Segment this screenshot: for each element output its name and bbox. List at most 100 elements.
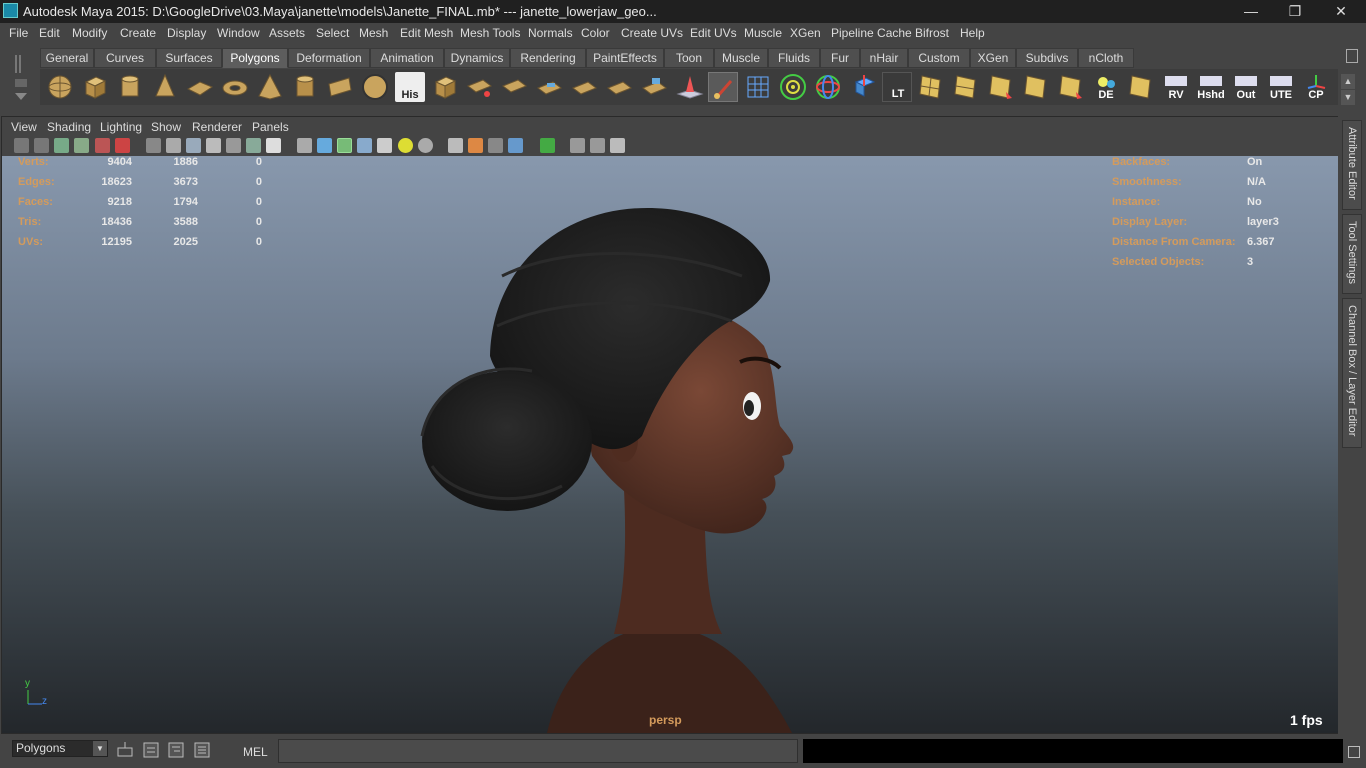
target-icon[interactable] <box>778 72 808 102</box>
menu-edit-uvs[interactable]: Edit UVs <box>690 26 737 40</box>
shelf-tab-fur[interactable]: Fur <box>820 48 860 68</box>
menu-color[interactable]: Color <box>581 26 610 40</box>
average-vertices-icon[interactable] <box>570 72 600 102</box>
combine-icon[interactable] <box>430 72 460 102</box>
command-line-input[interactable] <box>278 739 798 763</box>
shelf-tab-xgen[interactable]: XGen <box>970 48 1016 68</box>
select-camera-icon[interactable] <box>14 138 29 153</box>
field-chart-icon[interactable] <box>610 138 625 153</box>
menu-window[interactable]: Window <box>217 26 260 40</box>
shelf-tab-rendering[interactable]: Rendering <box>510 48 586 68</box>
menu-mesh-tools[interactable]: Mesh Tools <box>460 26 520 40</box>
menu-display[interactable]: Display <box>167 26 206 40</box>
rotate-manip-icon[interactable] <box>813 72 843 102</box>
shelf-tab-general[interactable]: General <box>40 48 94 68</box>
poly-cube-icon[interactable] <box>80 72 110 102</box>
textured-icon[interactable] <box>266 138 281 153</box>
mel-label[interactable]: MEL <box>243 745 268 759</box>
camera-attributes-icon[interactable] <box>34 138 49 153</box>
light-icon[interactable] <box>398 138 413 153</box>
use-all-lights-icon[interactable] <box>357 138 372 153</box>
shelf-tab-custom[interactable]: Custom <box>908 48 970 68</box>
shelf-tab-nhair[interactable]: nHair <box>860 48 908 68</box>
mirror-geometry-icon[interactable] <box>605 72 635 102</box>
poly-cylinder-icon[interactable] <box>115 72 145 102</box>
checker-icon[interactable] <box>377 138 392 153</box>
panel-menu-panels[interactable]: Panels <box>252 120 289 134</box>
depth-of-field-icon[interactable] <box>508 138 523 153</box>
outliner-icon[interactable] <box>166 740 186 760</box>
lt-icon[interactable]: LT <box>882 72 912 102</box>
xray-icon[interactable] <box>226 138 241 153</box>
menu-help[interactable]: Help <box>960 26 985 40</box>
uv-planar-icon[interactable] <box>916 72 946 102</box>
menu-bifrost[interactable]: Bifrost <box>915 26 949 40</box>
extract-icon[interactable] <box>500 72 530 102</box>
rv-icon[interactable]: RV <box>1161 72 1191 102</box>
gate-mask-icon[interactable] <box>590 138 605 153</box>
xray-joints-icon[interactable] <box>246 138 261 153</box>
shelf-tab-fluids[interactable]: Fluids <box>768 48 820 68</box>
panel-menu-shading[interactable]: Shading <box>47 120 91 134</box>
close-button[interactable]: ✕ <box>1318 0 1364 23</box>
image-plane-icon[interactable] <box>74 138 89 153</box>
poly-plane-icon[interactable] <box>185 72 215 102</box>
snap-icon[interactable] <box>115 740 135 760</box>
uv-spherical-icon[interactable] <box>986 72 1016 102</box>
shelf-tab-animation[interactable]: Animation <box>370 48 444 68</box>
sculpt-icon[interactable] <box>675 72 705 102</box>
hypergraph-icon[interactable] <box>192 740 212 760</box>
panel-menu-renderer[interactable]: Renderer <box>192 120 242 134</box>
snapshot-icon[interactable] <box>95 138 110 153</box>
shelf-tab-surfaces[interactable]: Surfaces <box>156 48 222 68</box>
shelf-tab-deformation[interactable]: Deformation <box>288 48 370 68</box>
menu-muscle[interactable]: Muscle <box>744 26 782 40</box>
poly-cone-icon[interactable] <box>150 72 180 102</box>
poly-pyramid-icon[interactable] <box>255 72 285 102</box>
channel-box-tab[interactable]: Channel Box / Layer Editor <box>1342 298 1362 448</box>
antialias-icon[interactable] <box>488 138 503 153</box>
shelf-tab-curves[interactable]: Curves <box>94 48 156 68</box>
perspective-viewport[interactable]: Verts: 9404 1886 0 Edges: 18623 3673 0 F… <box>2 156 1338 733</box>
motion-blur-icon[interactable] <box>468 138 483 153</box>
screen-space-ao-icon[interactable] <box>448 138 463 153</box>
panel-menu-lighting[interactable]: Lighting <box>100 120 142 134</box>
smooth-icon[interactable] <box>535 72 565 102</box>
menu-set-dropdown[interactable]: Polygons ▼ <box>12 740 108 757</box>
uv-cylindrical-icon[interactable] <box>951 72 981 102</box>
grid-cage-icon[interactable] <box>743 72 773 102</box>
poly-sphere-icon[interactable] <box>45 72 75 102</box>
script-editor-button-icon[interactable] <box>1348 746 1360 758</box>
shelf-tab-muscle[interactable]: Muscle <box>714 48 768 68</box>
menu-edit-mesh[interactable]: Edit Mesh <box>400 26 453 40</box>
uv-automatic-icon[interactable] <box>1021 72 1051 102</box>
poly-helix-icon[interactable] <box>325 72 355 102</box>
separate-icon[interactable] <box>465 72 495 102</box>
smooth-shade-icon[interactable] <box>186 138 201 153</box>
shelf-scroll-up[interactable]: ▲ <box>1341 74 1355 89</box>
history-icon[interactable]: His <box>395 72 425 102</box>
menu-xgen[interactable]: XGen <box>790 26 821 40</box>
isolate-icon[interactable] <box>146 138 161 153</box>
select-highlight-icon[interactable] <box>540 138 555 153</box>
uv-layout-icon[interactable] <box>1056 72 1086 102</box>
default-material-icon[interactable] <box>206 138 221 153</box>
shelf-tab-toon[interactable]: Toon <box>664 48 714 68</box>
menu-modify[interactable]: Modify <box>72 26 107 40</box>
menu-select[interactable]: Select <box>316 26 349 40</box>
menu-file[interactable]: File <box>9 26 28 40</box>
ute-icon[interactable]: UTE <box>1266 72 1296 102</box>
uv-unfold-icon[interactable] <box>1126 72 1156 102</box>
attribute-editor-tab[interactable]: Attribute Editor <box>1342 120 1362 210</box>
shelf-tab-painteffects[interactable]: PaintEffects <box>586 48 664 68</box>
wireframe-icon[interactable] <box>166 138 181 153</box>
cp-icon[interactable]: CP <box>1301 72 1331 102</box>
grease-pencil-icon[interactable] <box>115 138 130 153</box>
bookmark-icon[interactable] <box>54 138 69 153</box>
hshd-icon[interactable]: Hshd <box>1196 72 1226 102</box>
menu-normals[interactable]: Normals <box>528 26 573 40</box>
restore-button[interactable]: ❐ <box>1272 0 1318 23</box>
menu-pipeline-cache[interactable]: Pipeline Cache <box>831 26 912 40</box>
menu-mesh[interactable]: Mesh <box>359 26 388 40</box>
menu-assets[interactable]: Assets <box>269 26 305 40</box>
